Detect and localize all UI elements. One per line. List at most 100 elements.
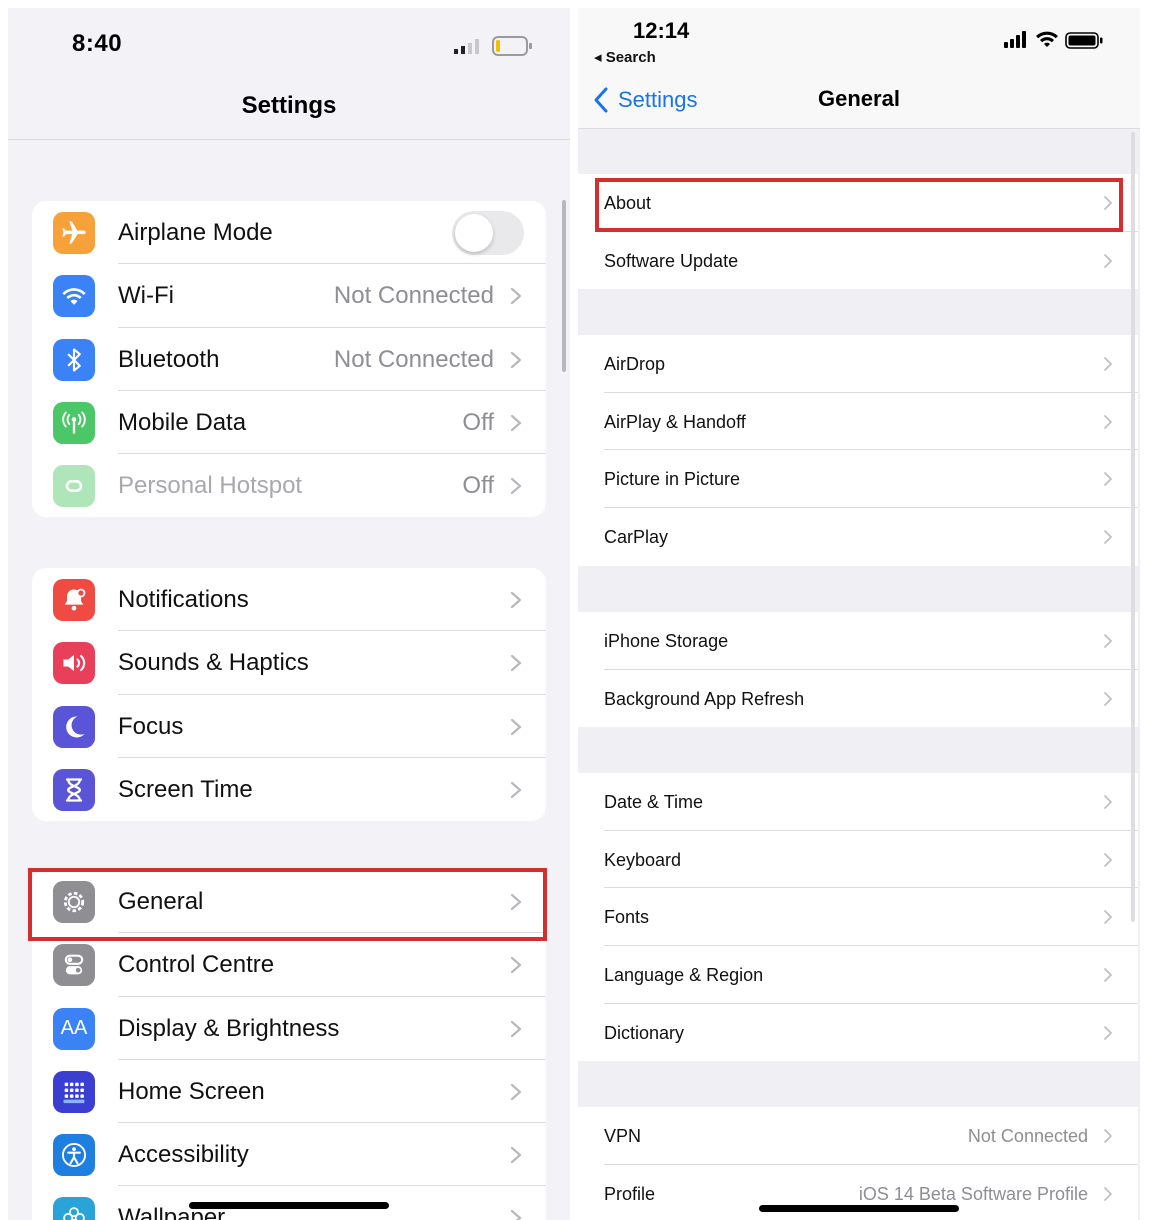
chevron-right-icon	[1104, 968, 1112, 982]
row-label: VPN	[604, 1126, 642, 1146]
chevron-right-icon	[1104, 253, 1112, 268]
cellular-signal-icon	[454, 39, 479, 54]
general-settings-screen: 12:14 ◂ Search Settings General About So…	[578, 8, 1140, 1220]
general-row-airplay-handoff[interactable]: AirPlay & Handoff	[578, 393, 1138, 451]
airdrop-group: AirDrop AirPlay & Handoff Picture in Pic…	[578, 335, 1138, 566]
chevron-right-icon	[1104, 1025, 1112, 1040]
date-language-group: Date & Time Keyboard Fonts Language & Re…	[578, 773, 1138, 1062]
general-row-date-time[interactable]: Date & Time	[578, 773, 1138, 831]
bluetooth-icon	[53, 338, 95, 381]
chevron-right-icon	[510, 591, 522, 609]
settings-row-notifications[interactable]: Notifications	[32, 568, 546, 632]
row-label: CarPlay	[604, 527, 669, 548]
general-row-language-region[interactable]: Language & Region	[578, 946, 1138, 1004]
chevron-right-icon	[510, 1147, 522, 1164]
settings-screen: 8:40 Settings Airplane Mode Wi-Fi Not Co…	[8, 8, 570, 1220]
battery-icon	[492, 36, 532, 56]
settings-row-bluetooth[interactable]: Bluetooth Not Connected	[32, 328, 546, 391]
back-to-search-link[interactable]: ◂ Search	[594, 48, 656, 66]
general-row-keyboard[interactable]: Keyboard	[578, 831, 1138, 889]
general-row-picture-in-picture[interactable]: Picture in Picture	[578, 450, 1138, 509]
general-row-fonts[interactable]: Fonts	[578, 888, 1138, 947]
back-label: Settings	[618, 87, 698, 112]
row-label: Personal Hotspot	[118, 472, 303, 500]
chevron-right-icon	[1104, 691, 1112, 706]
settings-row-wifi[interactable]: Wi-Fi Not Connected	[32, 264, 546, 328]
scrollbar[interactable]	[562, 200, 566, 372]
battery-icon	[1065, 32, 1103, 49]
row-label: Profile	[604, 1183, 656, 1204]
chevron-right-icon	[510, 718, 522, 735]
settings-row-accessibility[interactable]: Accessibility	[32, 1123, 546, 1187]
chevron-right-icon	[1104, 357, 1112, 371]
storage-group: iPhone Storage Background App Refresh	[578, 612, 1138, 728]
row-value: Off	[462, 408, 494, 436]
flower-icon	[53, 1197, 95, 1220]
row-label: Date & Time	[604, 792, 704, 812]
connectivity-group: Airplane Mode Wi-Fi Not Connected Blueto…	[32, 201, 546, 518]
row-label: iPhone Storage	[604, 631, 729, 651]
chevron-right-icon	[510, 414, 522, 431]
back-button[interactable]: Settings	[592, 86, 698, 114]
wifi-icon	[53, 275, 95, 318]
chevron-right-icon	[1104, 472, 1112, 487]
row-value: Not Connected	[333, 345, 494, 373]
settings-row-home-screen[interactable]: Home Screen	[32, 1060, 546, 1124]
row-label: Sounds & Haptics	[118, 649, 309, 677]
scrollbar[interactable]	[1131, 132, 1135, 922]
airplane-icon	[53, 212, 95, 254]
row-value: Not Connected	[967, 1126, 1088, 1146]
row-label: Screen Time	[118, 775, 253, 803]
home-indicator[interactable]	[189, 1202, 389, 1209]
general-row-software-update[interactable]: Software Update	[578, 232, 1138, 290]
text-size-icon: AA	[53, 1007, 95, 1050]
switches-icon	[53, 944, 95, 987]
row-value: Off	[462, 472, 494, 500]
general-row-iphone-storage[interactable]: iPhone Storage	[578, 612, 1138, 670]
chevron-right-icon	[1104, 910, 1112, 925]
chevron-right-icon	[1104, 795, 1112, 809]
general-row-vpn[interactable]: VPN Not Connected	[578, 1107, 1138, 1165]
row-label: Mobile Data	[118, 408, 247, 436]
general-row-background-app-refresh[interactable]: Background App Refresh	[578, 670, 1138, 728]
chevron-right-icon	[510, 1210, 522, 1220]
moon-icon	[53, 705, 95, 748]
cellular-signal-icon	[1004, 31, 1026, 48]
row-label: Airplane Mode	[118, 219, 273, 246]
general-row-dictionary[interactable]: Dictionary	[578, 1004, 1138, 1062]
hotspot-icon	[53, 465, 95, 508]
airplane-mode-toggle[interactable]	[452, 211, 524, 255]
general-row-carplay[interactable]: CarPlay	[578, 508, 1138, 566]
page-title: Settings	[241, 92, 337, 119]
row-label: Bluetooth	[118, 345, 220, 373]
general-row-airdrop[interactable]: AirDrop	[578, 335, 1138, 393]
row-label: Picture in Picture	[604, 469, 741, 490]
status-icons	[1004, 31, 1103, 49]
settings-row-sounds-haptics[interactable]: Sounds & Haptics	[32, 631, 546, 695]
row-label: AirDrop	[604, 354, 666, 374]
home-indicator[interactable]	[759, 1205, 959, 1212]
chevron-right-icon	[1104, 634, 1112, 648]
chevron-right-icon	[1104, 852, 1112, 867]
settings-row-mobile-data[interactable]: Mobile Data Off	[32, 391, 546, 455]
settings-row-airplane-mode[interactable]: Airplane Mode	[32, 201, 546, 265]
notifications-group: Notifications Sounds & Haptics Focus Scr…	[32, 568, 546, 822]
status-time: 8:40	[72, 30, 123, 57]
settings-row-display-brightness[interactable]: AA Display & Brightness	[32, 997, 546, 1060]
chevron-right-icon	[510, 351, 522, 368]
settings-row-personal-hotspot[interactable]: Personal Hotspot Off	[32, 454, 546, 517]
settings-row-control-centre[interactable]: Control Centre	[32, 933, 546, 997]
antenna-icon	[53, 401, 95, 444]
chevron-right-icon	[510, 957, 522, 974]
chevron-right-icon	[1104, 530, 1112, 544]
chevron-right-icon	[510, 288, 522, 305]
chevron-right-icon	[1104, 414, 1112, 429]
row-label: Control Centre	[118, 951, 275, 979]
row-label: Fonts	[604, 907, 650, 928]
page-title: General	[818, 86, 900, 111]
settings-row-screen-time[interactable]: Screen Time	[32, 758, 546, 821]
status-time: 12:14	[633, 18, 690, 43]
row-label: Language & Region	[604, 965, 764, 986]
row-label: Background App Refresh	[604, 688, 805, 709]
settings-row-focus[interactable]: Focus	[32, 695, 546, 758]
